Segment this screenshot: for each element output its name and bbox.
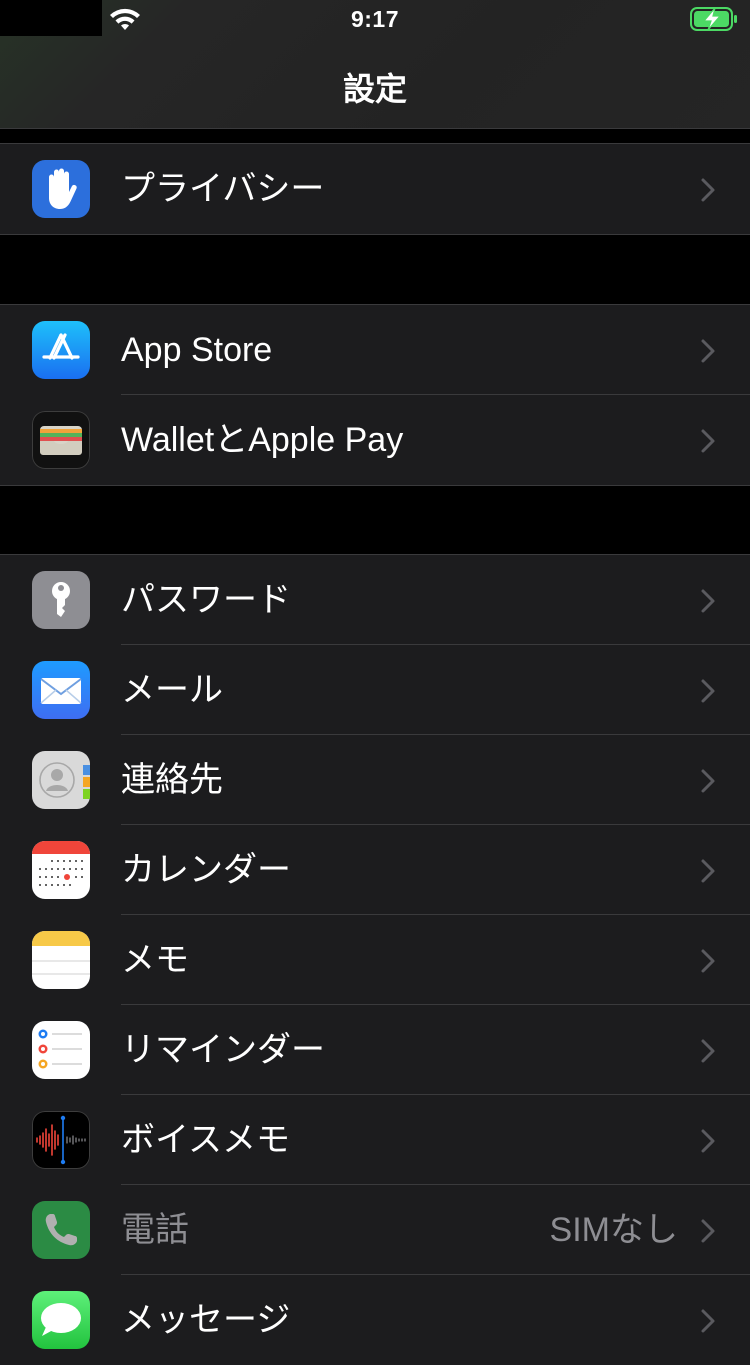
contacts-icon xyxy=(32,751,90,809)
settings-row-label: ボイスメモ xyxy=(121,1121,290,1159)
key-icon xyxy=(32,571,90,629)
wallet-icon xyxy=(32,411,90,469)
settings-row-messages[interactable]: メッセージ xyxy=(0,1275,750,1365)
settings-row-label: メモ xyxy=(121,941,189,979)
chevron-right-icon xyxy=(701,429,715,453)
settings-row-contacts[interactable]: 連絡先 xyxy=(0,735,750,825)
settings-row-label: プライバシー xyxy=(121,170,325,208)
settings-row-app-store[interactable]: App Store xyxy=(0,305,750,395)
settings-row-label: 連絡先 xyxy=(121,761,223,799)
mail-icon xyxy=(32,661,90,719)
settings-row-label: App Store xyxy=(121,331,273,369)
settings-row-passwords[interactable]: パスワード xyxy=(0,555,750,645)
settings-row-value: SIMなし xyxy=(549,1211,678,1249)
chevron-right-icon xyxy=(701,769,715,793)
settings-row-phone[interactable]: 電話 SIMなし xyxy=(0,1185,750,1275)
calendar-icon xyxy=(32,841,90,899)
settings-group-apps: パスワード メール 連絡先 カレンダー メモ リマインダー ボイスメモ 電話 S… xyxy=(0,554,750,1365)
status-bar: 9:17 xyxy=(0,0,750,40)
settings-row-voice-memos[interactable]: ボイスメモ xyxy=(0,1095,750,1185)
settings-group-privacy: プライバシー xyxy=(0,143,750,235)
settings-row-label: カレンダー xyxy=(121,851,291,889)
settings-row-label: パスワード xyxy=(121,581,291,619)
settings-row-label: WalletとApple Pay xyxy=(121,421,404,459)
settings-row-privacy[interactable]: プライバシー xyxy=(0,144,750,234)
chevron-right-icon xyxy=(701,679,715,703)
settings-row-notes[interactable]: メモ xyxy=(0,915,750,1005)
chevron-right-icon xyxy=(701,178,715,202)
chevron-right-icon xyxy=(701,949,715,973)
chevron-right-icon xyxy=(701,859,715,883)
phone-icon xyxy=(32,1201,90,1259)
messages-icon xyxy=(32,1291,90,1349)
settings-group-store: App Store WalletとApple Pay xyxy=(0,304,750,486)
settings-row-label: メッセージ xyxy=(121,1301,291,1339)
settings-row-label: メール xyxy=(121,671,223,709)
chevron-right-icon xyxy=(701,589,715,613)
privacy-hand-icon xyxy=(32,160,90,218)
settings-row-wallet[interactable]: WalletとApple Pay xyxy=(0,395,750,485)
notes-icon xyxy=(32,931,90,989)
settings-row-label: 電話 xyxy=(121,1211,189,1249)
chevron-right-icon xyxy=(701,1219,715,1243)
chevron-right-icon xyxy=(701,1039,715,1063)
app-store-icon xyxy=(32,321,90,379)
settings-row-label: リマインダー xyxy=(121,1031,325,1069)
chevron-right-icon xyxy=(701,1309,715,1333)
voice-memos-icon xyxy=(32,1111,90,1169)
chevron-right-icon xyxy=(701,339,715,363)
reminders-icon xyxy=(32,1021,90,1079)
chevron-right-icon xyxy=(701,1129,715,1153)
settings-row-reminders[interactable]: リマインダー xyxy=(0,1005,750,1095)
settings-row-calendar[interactable]: カレンダー xyxy=(0,825,750,915)
status-time: 9:17 xyxy=(350,6,400,32)
page-title: 設定 xyxy=(342,71,407,107)
battery-charging-icon xyxy=(690,7,737,31)
settings-row-mail[interactable]: メール xyxy=(0,645,750,735)
